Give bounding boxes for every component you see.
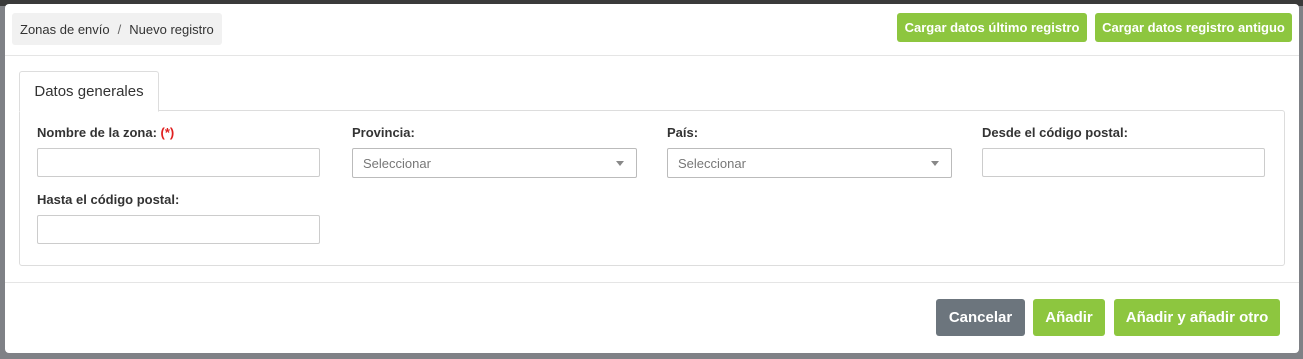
province-select[interactable]: Seleccionar — [352, 148, 637, 178]
load-old-record-button[interactable]: Cargar datos registro antiguo — [1095, 13, 1292, 42]
load-last-record-button[interactable]: Cargar datos último registro — [897, 13, 1087, 42]
breadcrumb-parent[interactable]: Zonas de envío — [20, 22, 110, 37]
modal-header: Zonas de envío / Nuevo registro Cargar d… — [5, 4, 1299, 56]
country-label: País: — [667, 125, 699, 140]
breadcrumb-current: Nuevo registro — [129, 21, 214, 37]
tab-datos-generales[interactable]: Datos generales — [19, 71, 159, 112]
country-select[interactable]: Seleccionar — [667, 148, 952, 178]
country-select-value: Seleccionar — [678, 155, 746, 171]
postal-from-input[interactable] — [982, 148, 1265, 177]
breadcrumb: Zonas de envío / Nuevo registro — [12, 13, 222, 45]
province-select-value: Seleccionar — [363, 155, 431, 171]
cancel-button[interactable]: Cancelar — [936, 299, 1025, 336]
chevron-down-icon — [616, 161, 624, 166]
required-mark: (*) — [160, 125, 175, 140]
add-and-add-another-button[interactable]: Añadir y añadir otro — [1114, 299, 1280, 336]
modal-dialog: Zonas de envío / Nuevo registro Cargar d… — [5, 4, 1299, 353]
province-label: Provincia: — [352, 125, 415, 140]
postal-from-label: Desde el código postal: — [982, 125, 1128, 140]
chevron-down-icon — [931, 161, 939, 166]
modal-footer-divider — [5, 282, 1299, 283]
postal-to-label: Hasta el código postal: — [37, 192, 180, 207]
zone-name-input[interactable] — [37, 148, 320, 177]
zone-name-label: Nombre de la zona: (*) — [37, 125, 174, 140]
add-button[interactable]: Añadir — [1033, 299, 1105, 336]
postal-to-input[interactable] — [37, 215, 320, 244]
zone-name-label-text: Nombre de la zona: — [37, 125, 157, 140]
breadcrumb-separator: / — [117, 21, 122, 37]
tab-panel-general: Nombre de la zona: (*) Provincia: Selecc… — [19, 110, 1285, 266]
